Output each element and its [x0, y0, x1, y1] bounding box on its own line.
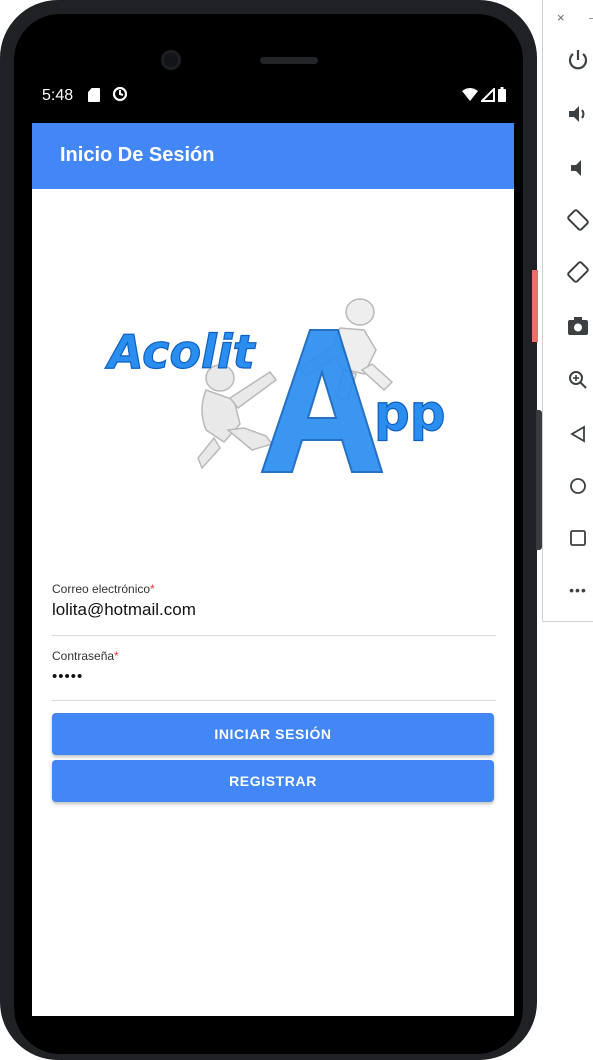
emulator-toolbar: × – ••• — [542, 0, 593, 622]
overview-icon[interactable] — [564, 524, 592, 552]
status-icons — [462, 87, 506, 102]
logo-text-pp: pp — [374, 384, 446, 442]
volume-down-icon[interactable] — [564, 154, 592, 182]
side-highlight — [532, 270, 538, 342]
register-button[interactable]: REGISTRAR — [52, 760, 494, 802]
power-icon[interactable] — [564, 46, 592, 74]
logo-text-acolit: Acolit — [105, 325, 257, 379]
status-bar: 5:48 — [32, 76, 514, 123]
status-time: 5:48 — [42, 87, 74, 104]
close-icon[interactable]: × — [557, 10, 565, 25]
zoom-icon[interactable] — [564, 366, 592, 394]
earpiece-speaker — [260, 57, 318, 64]
required-mark: * — [114, 649, 119, 663]
required-mark: * — [150, 582, 155, 596]
sd-card-icon — [88, 88, 100, 102]
minimize-icon[interactable]: – — [589, 10, 593, 25]
back-icon[interactable] — [564, 420, 592, 448]
volume-up-icon[interactable] — [564, 100, 592, 128]
email-label: Correo electrónico* — [52, 582, 496, 596]
password-label: Contraseña* — [52, 649, 496, 663]
more-icon[interactable]: ••• — [564, 576, 592, 604]
password-field[interactable]: Contraseña* ••••• — [52, 649, 496, 701]
sync-icon — [112, 86, 128, 102]
acolitapp-logo: Acolit pp — [104, 298, 446, 473]
email-label-text: Correo electrónico — [52, 582, 151, 596]
logo-figure-left — [197, 364, 278, 470]
password-input[interactable]: ••••• — [52, 668, 496, 685]
login-button[interactable]: INICIAR SESIÓN — [52, 713, 494, 755]
wifi-icon — [462, 87, 478, 101]
battery-icon — [498, 87, 506, 102]
home-icon[interactable] — [564, 472, 592, 500]
password-label-text: Contraseña — [52, 649, 115, 663]
rotate-right-icon[interactable] — [564, 258, 592, 286]
signal-icon — [481, 87, 495, 102]
device-screen: 5:48 Inicio De Sesión Acolit pp Correo e… — [32, 76, 514, 1016]
front-camera — [161, 50, 181, 70]
email-field[interactable]: Correo electrónico* lolita@hotmail.com — [52, 582, 496, 636]
email-input[interactable]: lolita@hotmail.com — [52, 600, 496, 620]
camera-icon[interactable] — [564, 312, 592, 340]
app-bar: Inicio De Sesión — [32, 123, 514, 189]
rotate-left-icon[interactable] — [564, 206, 592, 234]
page-title: Inicio De Sesión — [60, 144, 215, 166]
